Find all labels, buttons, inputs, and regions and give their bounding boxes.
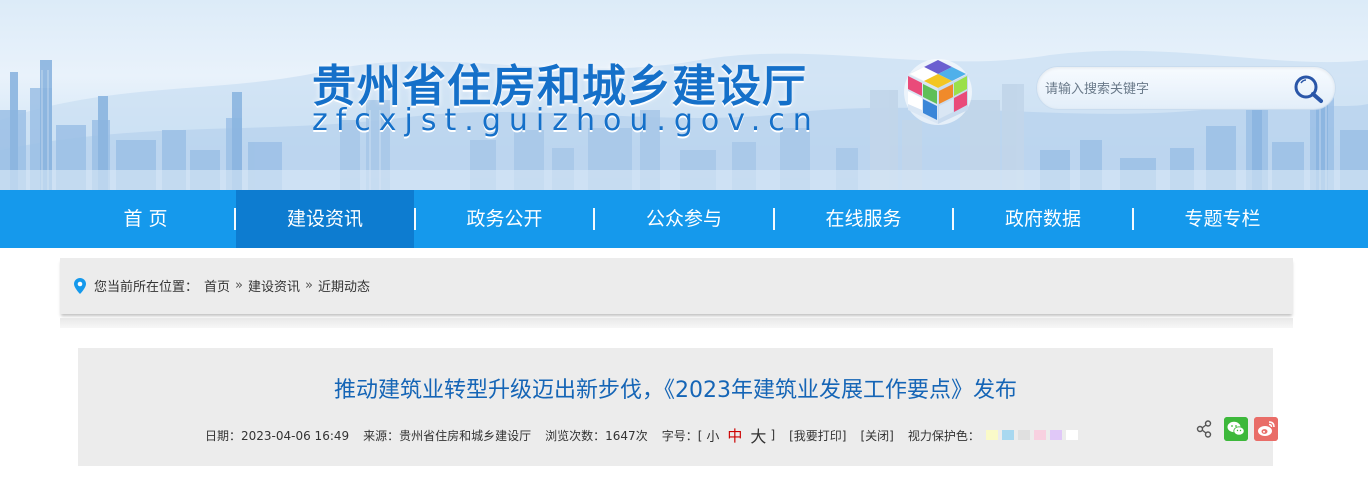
breadcrumb-prefix: 您当前所在位置： — [94, 280, 199, 295]
article-title: 推动建筑业转型升级迈出新步伐，《2023年建筑业发展工作要点》发布 — [334, 378, 1017, 403]
search-box — [1036, 66, 1336, 110]
nav-item-government-affairs[interactable]: 政务公开 — [416, 190, 594, 248]
nav-item-online-services[interactable]: 在线服务 — [775, 190, 953, 248]
eye-color-swatch-yellow[interactable] — [985, 430, 998, 440]
weibo-icon[interactable] — [1254, 417, 1278, 441]
rubik-cube-logo-icon — [904, 59, 972, 125]
nav-item-construction-news[interactable]: 建设资讯 — [236, 190, 414, 248]
breadcrumb-separator: » — [235, 278, 243, 293]
font-size-small-button[interactable]: 小 — [706, 426, 719, 445]
article-header: 推动建筑业转型升级迈出新步伐，《2023年建筑业发展工作要点》发布 日期：202… — [78, 348, 1278, 466]
article-views: 浏览次数：1647次 — [545, 428, 648, 443]
breadcrumb-link-home[interactable]: 首页 — [204, 276, 230, 295]
main-navigation: 首 页 建设资讯 政务公开 公众参与 在线服务 政府数据 专题专栏 — [0, 190, 1368, 248]
share-icon[interactable] — [1196, 420, 1212, 438]
header-banner: 贵州省住房和城乡建设厅 zfcxjst.guizhou.gov.cn — [0, 0, 1368, 190]
breadcrumb-bar: 您当前所在位置： 首页 » 建设资讯 » 近期动态 — [60, 258, 1293, 314]
eye-color-swatch-gray[interactable] — [1017, 430, 1030, 440]
share-bar — [1196, 417, 1278, 441]
eye-color-swatch-white[interactable] — [1065, 430, 1078, 440]
eye-color-swatch-purple[interactable] — [1049, 430, 1062, 440]
close-button[interactable]: [关闭] — [861, 427, 894, 444]
eye-protect-label: 视力保护色： — [907, 428, 980, 443]
nav-item-home[interactable]: 首 页 — [57, 190, 235, 248]
article-meta: 日期：2023-04-06 16:49 来源：贵州省住房和城乡建设厅 浏览次数：… — [205, 423, 1078, 447]
font-size-label: 字号：[ — [661, 428, 703, 443]
article-source: 来源：贵州省住房和城乡建设厅 — [363, 428, 532, 443]
eye-color-swatch-pink[interactable] — [1033, 430, 1046, 440]
location-pin-icon — [74, 277, 86, 294]
eye-color-swatch-blue[interactable] — [1001, 430, 1014, 440]
breadcrumb-separator: » — [305, 278, 313, 293]
breadcrumb-link-construction-news[interactable]: 建设资讯 — [248, 276, 300, 295]
font-size-control: 字号：[ 小 中 大 ] — [662, 423, 775, 447]
nav-item-public-participation[interactable]: 公众参与 — [595, 190, 773, 248]
breadcrumb-link-recent-news[interactable]: 近期动态 — [318, 276, 370, 295]
search-icon[interactable] — [1291, 73, 1325, 105]
print-button[interactable]: [我要打印] — [789, 427, 846, 444]
search-input[interactable] — [1045, 75, 1275, 103]
font-size-bracket-close: ] — [770, 428, 776, 442]
article-date: 日期：2023-04-06 16:49 — [205, 428, 350, 443]
nav-item-government-data[interactable]: 政府数据 — [954, 190, 1132, 248]
breadcrumb: 您当前所在位置： 首页 » 建设资讯 » 近期动态 — [74, 276, 370, 295]
font-size-large-button[interactable]: 大 — [750, 423, 766, 447]
breadcrumb-shadow — [60, 318, 1293, 328]
wechat-icon[interactable] — [1224, 417, 1248, 441]
nav-item-special-topics[interactable]: 专题专栏 — [1134, 190, 1312, 248]
site-domain: zfcxjst.guizhou.gov.cn — [312, 103, 820, 138]
font-size-medium-button[interactable]: 中 — [727, 425, 742, 446]
